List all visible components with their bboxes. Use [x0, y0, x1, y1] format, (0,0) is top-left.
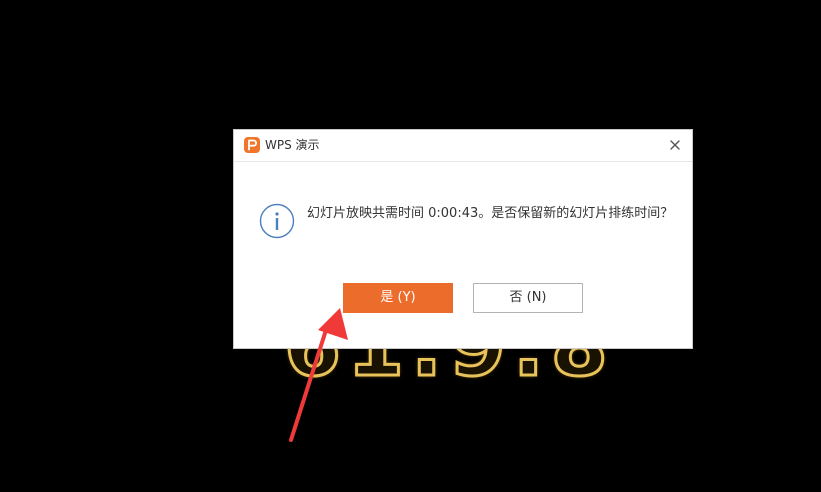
annotation-arrow — [289, 308, 348, 442]
